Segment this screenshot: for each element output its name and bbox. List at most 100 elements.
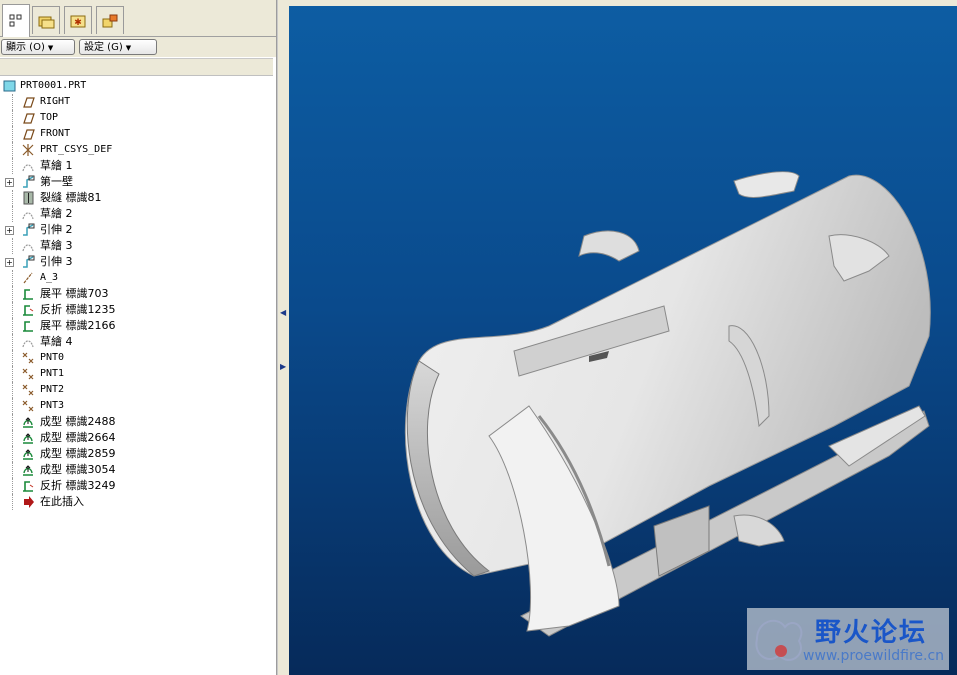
tree-item[interactable]: 反折 標識1235 [0,302,275,318]
tree-item[interactable]: + 引伸 2 [0,222,275,238]
show-dropdown-button[interactable]: 顯示 (O) ▼ [1,39,75,55]
expand-right-icon[interactable]: ▶ [280,362,286,376]
graphics-window[interactable] [289,6,957,675]
favorites-icon: ✱ [70,15,86,28]
tree-item[interactable]: 草繪 4 [0,334,275,350]
tree-connector [12,142,14,158]
expand-icon[interactable]: + [5,258,14,267]
bend-back-icon [23,481,34,492]
tree-item-label: 引伸 2 [40,223,73,236]
datum-plane-icon [23,97,35,108]
form-icon [23,465,33,476]
tree-item[interactable]: 成型 標識2488 [0,414,275,430]
datum-point-icon [22,384,34,396]
sheetmetal-part-model [404,171,931,637]
tree-item-label: 草繪 4 [40,335,73,348]
tree-connector [12,334,14,350]
tree-connector [12,478,14,494]
tree-item-label: PNT3 [40,400,65,411]
tree-item-label: 展平 標識703 [40,287,109,300]
tree-connector [12,158,14,174]
tree-root-label: PRT0001.PRT [20,80,87,91]
svg-text:✱: ✱ [74,18,82,28]
settings-dropdown-button[interactable]: 設定 (G) ▼ [79,39,157,55]
tree-item[interactable]: RIGHT [0,94,275,110]
tree-item[interactable]: 成型 標識2859 [0,446,275,462]
tree-item-label: PRT_CSYS_DEF [40,144,113,155]
tree-item-label: RIGHT [40,96,71,107]
folder-icon [38,16,55,28]
form-icon [23,417,33,428]
tree-item[interactable]: 草繪 3 [0,238,275,254]
tree-item-label: 展平 標識2166 [40,319,116,332]
tree-item-label: PNT2 [40,384,65,395]
wall-icon [23,175,35,188]
tree-connector [12,126,14,142]
collapse-left-icon[interactable]: ◀ [280,308,286,322]
tree-connector [12,286,14,302]
datum-plane-icon [23,113,35,124]
tree-item[interactable]: 在此插入 [0,494,275,510]
insert-here-arrow-icon [24,496,34,508]
tree-item-label: PNT1 [40,368,65,379]
tree-item[interactable]: 草繪 2 [0,206,275,222]
tree-item[interactable]: PNT2 [0,382,275,398]
tree-item[interactable]: + 引伸 3 [0,254,275,270]
expand-icon[interactable]: + [5,178,14,187]
tree-item-label: 裂縫 標識81 [40,191,102,204]
tree-item[interactable]: A_3 [0,270,275,286]
watermark-logo [755,619,803,661]
tree-connector [12,382,14,398]
tree-item[interactable]: 展平 標識2166 [0,318,275,334]
tree-item-label: 反折 標識1235 [40,303,116,316]
tree-item[interactable]: 成型 標識3054 [0,462,275,478]
navigator-tab-bar: ✱ [0,0,276,37]
tree-item[interactable]: 成型 標識2664 [0,430,275,446]
form-icon [23,433,33,444]
tree-connector [12,190,14,206]
csys-icon [22,144,34,156]
datum-axis-icon [23,272,33,284]
tree-item-label: 草繪 1 [40,159,73,172]
tree-toolbar: 顯示 (O) ▼ 設定 (G) ▼ [0,37,276,57]
settings-button-label: 設定 (G) [84,42,123,53]
form-icon [23,449,33,460]
tree-root[interactable]: PRT0001.PRT [0,78,275,94]
tree-item[interactable]: PNT1 [0,366,275,382]
connections-tab[interactable] [96,6,124,34]
part-icon [3,80,16,92]
tree-item[interactable]: 反折 標識3249 [0,478,275,494]
favorites-tab[interactable]: ✱ [64,6,92,34]
forum-watermark: 野火论坛 www.proewildfire.cn [747,608,949,670]
tree-connector [12,462,14,478]
tree-item-label: 反折 標識3249 [40,479,116,492]
tree-item[interactable]: 草繪 1 [0,158,275,174]
folder-browser-tab[interactable] [32,6,60,34]
tree-connector [12,238,14,254]
tree-item[interactable]: PRT_CSYS_DEF [0,142,275,158]
tree-connector [12,414,14,430]
tree-item[interactable]: + 第一壁 [0,174,275,190]
model-tree-tab[interactable] [2,4,30,37]
tree-item[interactable]: FRONT [0,126,275,142]
tree-item[interactable]: TOP [0,110,275,126]
tree-connector [12,110,14,126]
tree-item[interactable]: 裂縫 標識81 [0,190,275,206]
tree-item-label: A_3 [40,272,59,283]
model-tree-panel: ✱ 顯示 (O) ▼ 設定 (G) ▼ PRT0001.PRT RIGHT TOP FR… [0,0,277,675]
tree-connector [12,494,14,510]
tree-item[interactable]: 展平 標識703 [0,286,275,302]
sketch-icon [22,164,34,172]
tree-item[interactable]: PNT3 [0,398,275,414]
expand-icon[interactable]: + [5,226,14,235]
tree-item-label: 成型 標識2664 [40,431,116,444]
model-tree-icon [9,14,22,27]
tree-item-label: 成型 標識3054 [40,463,116,476]
tree-item-label: FRONT [40,128,71,139]
tree-item[interactable]: PNT0 [0,350,275,366]
tree-item-label: PNT0 [40,352,65,363]
tree-item-label: 在此插入 [40,495,84,508]
tree-connector [12,206,14,222]
show-button-label: 顯示 (O) [6,42,45,53]
chevron-down-icon: ▼ [125,44,132,52]
